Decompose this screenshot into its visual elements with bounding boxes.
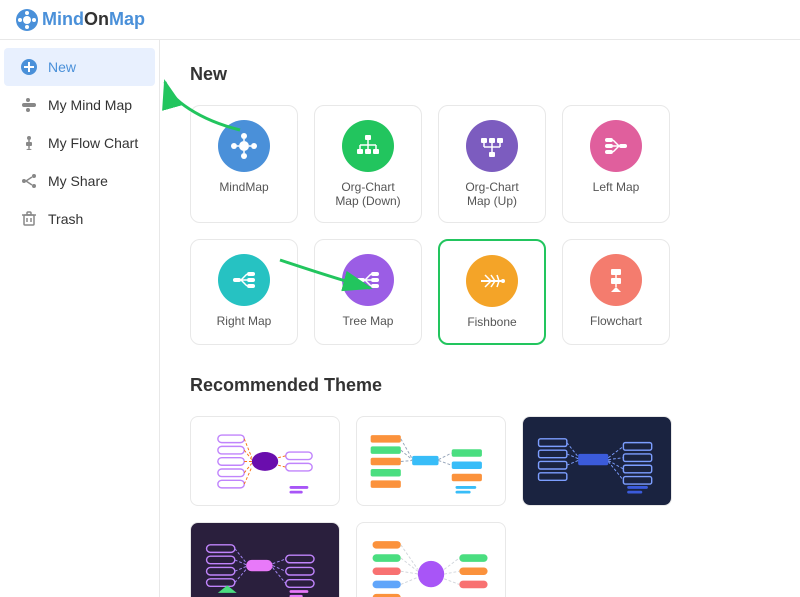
rightmap-icon-circle — [218, 254, 270, 306]
map-item-mindmap[interactable]: MindMap — [190, 105, 298, 223]
orgchart-up-label: Org-Chart Map (Up) — [453, 180, 531, 208]
sidebar-item-flowchart[interactable]: My Flow Chart — [4, 124, 155, 162]
theme-item-2[interactable] — [356, 416, 506, 506]
content-area: New MindM — [160, 40, 800, 597]
theme-grid — [190, 416, 770, 597]
map-item-fishbone[interactable]: Fishbone — [438, 239, 546, 345]
share-icon — [20, 172, 38, 190]
theme-item-3[interactable] — [522, 416, 672, 506]
fishbone-label: Fishbone — [467, 315, 516, 329]
sidebar-item-trash[interactable]: Trash — [4, 200, 155, 238]
orgchart-down-label: Org-Chart Map (Down) — [329, 180, 407, 208]
rightmap-label: Right Map — [217, 314, 272, 328]
main-layout: New My Mind Map My Flow Chart My Share T — [0, 40, 800, 597]
map-item-orgchart-down[interactable]: Org-Chart Map (Down) — [314, 105, 422, 223]
map-item-rightmap[interactable]: Right Map — [190, 239, 298, 345]
new-section-title: New — [190, 64, 770, 85]
map-grid: MindMap Org-C — [190, 105, 770, 345]
leftmap-label: Left Map — [593, 180, 640, 194]
mindmap-nav-icon — [20, 96, 38, 114]
theme-preview-2 — [365, 425, 497, 497]
sidebar: New My Mind Map My Flow Chart My Share T — [0, 40, 160, 597]
mindmap-label: MindMap — [219, 180, 268, 194]
theme-preview-1 — [199, 425, 331, 497]
logo-text: MindOnMap — [42, 9, 145, 30]
theme-item-4[interactable] — [190, 522, 340, 597]
mindmap-icon-circle — [218, 120, 270, 172]
sidebar-item-mymindmap[interactable]: My Mind Map — [4, 86, 155, 124]
logo-icon — [16, 9, 38, 31]
map-item-treemap[interactable]: Tree Map — [314, 239, 422, 345]
sidebar-item-flowchart-label: My Flow Chart — [48, 135, 138, 151]
sidebar-item-new[interactable]: New — [4, 48, 155, 86]
sidebar-item-myshare-label: My Share — [48, 173, 108, 189]
header: MindOnMap — [0, 0, 800, 40]
recommended-section-title: Recommended Theme — [190, 375, 770, 396]
map-item-leftmap[interactable]: Left Map — [562, 105, 670, 223]
sidebar-item-myshare[interactable]: My Share — [4, 162, 155, 200]
trash-icon — [20, 210, 38, 228]
leftmap-icon-circle — [590, 120, 642, 172]
orgchart-down-icon-circle — [342, 120, 394, 172]
fishbone-icon-circle — [466, 255, 518, 307]
treemap-icon-circle — [342, 254, 394, 306]
plus-icon — [20, 58, 38, 76]
flowchart-icon-circle — [590, 254, 642, 306]
theme-item-1[interactable] — [190, 416, 340, 506]
treemap-label: Tree Map — [343, 314, 394, 328]
flowchart-nav-icon — [20, 134, 38, 152]
theme-preview-5 — [365, 531, 497, 597]
sidebar-item-mymindmap-label: My Mind Map — [48, 97, 132, 113]
orgchart-up-icon-circle — [466, 120, 518, 172]
flowchart-label: Flowchart — [590, 314, 642, 328]
sidebar-item-trash-label: Trash — [48, 211, 83, 227]
theme-item-5[interactable] — [356, 522, 506, 597]
theme-preview-3 — [531, 425, 663, 497]
map-item-orgchart-up[interactable]: Org-Chart Map (Up) — [438, 105, 546, 223]
sidebar-item-new-label: New — [48, 59, 76, 75]
theme-preview-4 — [199, 531, 331, 597]
map-item-flowchart[interactable]: Flowchart — [562, 239, 670, 345]
logo: MindOnMap — [16, 9, 145, 31]
